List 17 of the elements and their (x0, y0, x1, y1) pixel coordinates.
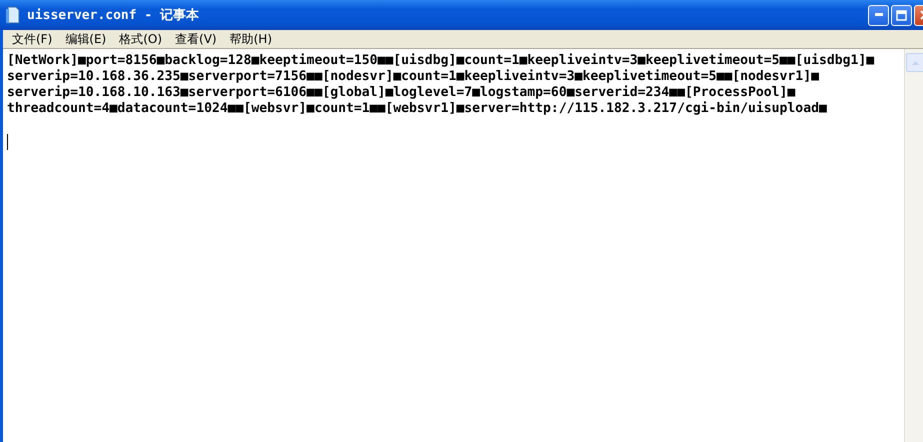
up-arrow-icon (912, 60, 919, 64)
minimize-button[interactable] (868, 4, 889, 26)
notepad-icon (5, 6, 21, 24)
maximize-icon (896, 10, 907, 20)
text-line: serverip=10.168.10.163■serverport=6106■■[global]■loglevel=7■logstamp=60■serverid=234■■[ProcessPool]■ (7, 85, 796, 101)
menu-item[interactable]: 格式(O) (119, 30, 162, 48)
menu-item[interactable]: 编辑(E) (65, 30, 106, 48)
menu-item[interactable]: 文件(F) (12, 30, 52, 48)
maximize-button[interactable] (891, 4, 912, 26)
minimize-icon (874, 13, 882, 17)
text-cursor (7, 134, 8, 150)
text-line: threadcount=4■datacount=1024■■[websvr]■count=1■■[websvr1]■server=http://115.182.3.217/cgi-bin/uisupload■ (7, 101, 828, 117)
menu-item[interactable]: 查看(V) (175, 30, 217, 48)
menu-item[interactable]: 帮助(H) (230, 30, 272, 48)
window-title: uisserver.conf - 记事本 (27, 7, 200, 24)
text-line: [NetWork]■port=8156■backlog=128■keeptimeout=150■■[uisdbg]■count=1■keepliveintv=3■keeplivetimeout=5■■[uisdbg1]■ (7, 53, 876, 69)
text-line: serverip=10.168.36.235■serverport=7156■■[nodesvr]■count=1■keepliveintv=3■keeplivetimeout=5■■[nodesvr1]■ (7, 69, 820, 85)
